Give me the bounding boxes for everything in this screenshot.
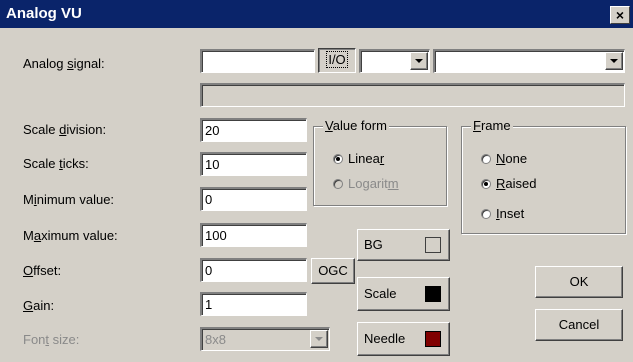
ogc-button[interactable]: OGC: [311, 258, 355, 284]
logaritm-radio-label: Logaritm: [348, 176, 399, 191]
raised-radio-label: Raised: [496, 176, 537, 191]
linear-radio[interactable]: Linear: [333, 151, 384, 166]
logaritm-radio: Logaritm: [333, 176, 399, 191]
maximum-value-label: Maximum value:: [23, 228, 118, 243]
bg-color-swatch: [425, 237, 441, 253]
window-title: Analog VU: [6, 5, 82, 22]
analog-signal-input[interactable]: [200, 49, 315, 73]
frame-title: Frame: [471, 118, 513, 133]
none-radio[interactable]: None: [481, 151, 527, 166]
io-button-label: I/O: [326, 51, 348, 68]
bg-color-button-label: BG: [364, 237, 383, 252]
io-button[interactable]: I/O: [318, 48, 356, 73]
signal-source-dropdown[interactable]: [433, 49, 625, 73]
radio-selected-icon: [333, 154, 343, 164]
signal-type-dropdown-arrow[interactable]: [410, 52, 428, 70]
radio-icon: [481, 209, 491, 219]
title-bar: Analog VU ×: [0, 0, 633, 28]
chevron-down-icon: [610, 59, 618, 63]
close-icon: ×: [615, 7, 625, 23]
linear-radio-label: Linear: [348, 151, 385, 166]
gain-input[interactable]: 1: [200, 292, 307, 316]
signal-description-field: [200, 83, 625, 107]
inset-radio[interactable]: Inset: [481, 206, 524, 221]
minimum-value-input[interactable]: 0: [200, 187, 307, 211]
analog-signal-label: Analog signal:: [23, 56, 105, 71]
scale-ticks-input[interactable]: 10: [200, 152, 307, 176]
none-radio-label: None: [496, 151, 528, 166]
chevron-down-icon: [415, 59, 423, 63]
font-size-dropdown-arrow: [310, 330, 328, 348]
font-size-value: 8x8: [205, 332, 226, 347]
scale-ticks-label: Scale ticks:: [23, 156, 89, 171]
dialog-window: Analog VU × Analog signal: I/O Scale div…: [0, 0, 633, 362]
needle-color-button-label: Needle: [364, 331, 406, 346]
value-form-title: Value form: [323, 118, 389, 133]
cancel-button[interactable]: Cancel: [535, 309, 623, 341]
signal-source-dropdown-arrow[interactable]: [605, 52, 623, 70]
radio-icon: [333, 179, 343, 189]
value-form-group: [313, 126, 447, 206]
radio-icon: [481, 154, 491, 164]
font-size-dropdown: 8x8: [200, 327, 330, 351]
ok-button[interactable]: OK: [535, 266, 623, 298]
radio-selected-icon: [481, 179, 491, 189]
gain-label: Gain:: [23, 298, 55, 313]
signal-type-dropdown[interactable]: [359, 49, 430, 73]
scale-division-input[interactable]: 20: [200, 118, 307, 142]
chevron-down-icon: [315, 337, 323, 341]
scale-color-swatch: [425, 286, 441, 302]
raised-radio[interactable]: Raised: [481, 176, 536, 191]
needle-color-button[interactable]: Needle: [357, 322, 450, 356]
needle-color-swatch: [425, 331, 441, 347]
scale-color-button-label: Scale: [364, 286, 397, 301]
maximum-value-input[interactable]: 100: [200, 223, 307, 247]
close-button[interactable]: ×: [610, 6, 630, 24]
offset-label: Offset:: [23, 263, 62, 278]
scale-color-button[interactable]: Scale: [357, 277, 450, 311]
inset-radio-label: Inset: [496, 206, 525, 221]
scale-division-label: Scale division:: [23, 122, 107, 137]
font-size-label: Font size:: [23, 332, 80, 347]
minimum-value-label: Minimum value:: [23, 192, 115, 207]
offset-input[interactable]: 0: [200, 258, 307, 282]
bg-color-button[interactable]: BG: [357, 229, 450, 261]
